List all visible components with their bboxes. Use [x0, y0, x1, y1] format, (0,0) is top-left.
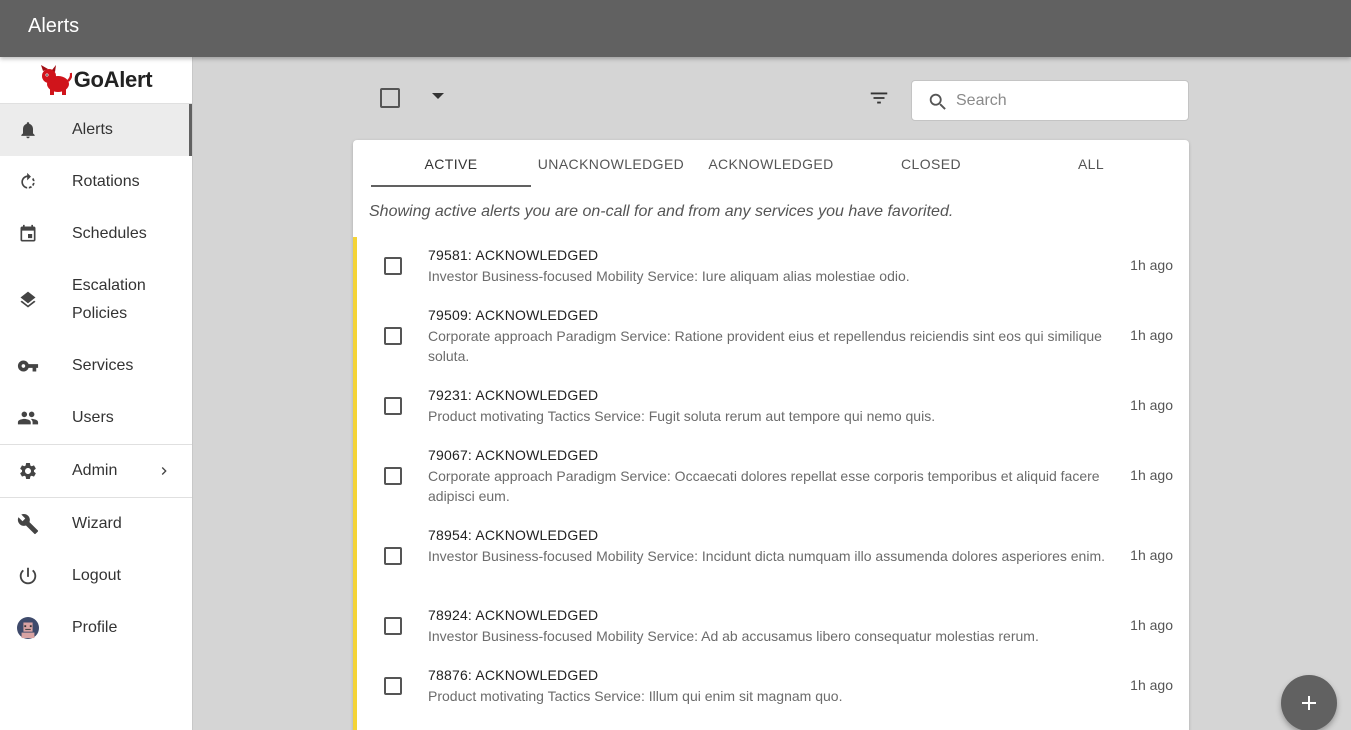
- sidebar-item-users[interactable]: Users: [0, 392, 192, 444]
- alert-time: 1h ago: [1130, 467, 1173, 483]
- alert-title: 79509: ACKNOWLEDGED: [428, 307, 599, 323]
- create-alert-button[interactable]: [1281, 675, 1337, 730]
- layers-icon: [17, 289, 39, 311]
- alerts-card: ACTIVE UNACKNOWLEDGED ACKNOWLEDGED CLOSE…: [353, 140, 1189, 730]
- select-all-checkbox[interactable]: [380, 88, 400, 108]
- alert-time: 1h ago: [1130, 397, 1173, 413]
- sidebar-item-rotations[interactable]: Rotations: [0, 156, 192, 208]
- sidebar-item-escalation-policies[interactable]: Escalation Policies: [0, 260, 192, 340]
- tab-acknowledged[interactable]: ACKNOWLEDGED: [691, 140, 851, 188]
- alert-description: Corporate approach Paradigm Service: Rat…: [428, 328, 1102, 364]
- chevron-right-icon: [161, 467, 167, 475]
- alert-checkbox[interactable]: [384, 257, 402, 275]
- sidebar-item-wizard[interactable]: Wizard: [0, 498, 192, 550]
- sidebar-item-profile[interactable]: Profile: [0, 602, 192, 654]
- tab-unacknowledged[interactable]: UNACKNOWLEDGED: [531, 140, 691, 188]
- avatar-icon: [17, 617, 39, 639]
- alert-title: 78924: ACKNOWLEDGED: [428, 607, 599, 623]
- alert-description: Product motivating Tactics Service: Fugi…: [428, 408, 936, 424]
- alert-checkbox[interactable]: [384, 617, 402, 635]
- sidebar-item-services[interactable]: Services: [0, 340, 192, 392]
- sidebar-item-schedules[interactable]: Schedules: [0, 208, 192, 260]
- alert-time: 1h ago: [1130, 677, 1173, 693]
- alert-row[interactable]: 79067: ACKNOWLEDGED Corporate approach P…: [353, 437, 1189, 517]
- search-box[interactable]: [911, 80, 1189, 121]
- alert-time: 1h ago: [1130, 617, 1173, 633]
- alert-description: Investor Business-focused Mobility Servi…: [428, 628, 1039, 644]
- sidebar-item-label: Users: [72, 409, 114, 426]
- page-title: Alerts: [28, 15, 80, 37]
- alert-description: Investor Business-focused Mobility Servi…: [428, 268, 910, 284]
- sidebar: GoAlert Alerts Rotations Schedules Escal…: [0, 57, 193, 730]
- sidebar-item-label: Schedules: [72, 225, 147, 242]
- sidebar-item-label: Admin: [72, 462, 118, 479]
- alert-title: 79231: ACKNOWLEDGED: [428, 387, 599, 403]
- tab-active[interactable]: ACTIVE: [371, 140, 531, 188]
- calendar-icon: [17, 223, 39, 245]
- sidebar-item-label: Wizard: [72, 515, 122, 532]
- alert-status-tabs: ACTIVE UNACKNOWLEDGED ACKNOWLEDGED CLOSE…: [371, 140, 1171, 188]
- wrench-icon: [17, 513, 39, 535]
- sidebar-item-label: Escalation Policies: [72, 277, 146, 322]
- sidebar-item-label: Rotations: [72, 173, 140, 190]
- bell-icon: [17, 119, 39, 141]
- filter-button[interactable]: [866, 86, 892, 110]
- alert-row[interactable]: 78876: ACKNOWLEDGED Product motivating T…: [353, 657, 1189, 717]
- alert-checkbox[interactable]: [384, 677, 402, 695]
- caret-down-icon[interactable]: [432, 93, 444, 99]
- sidebar-item-logout[interactable]: Logout: [0, 550, 192, 602]
- filter-info-text: Showing active alerts you are on-call fo…: [369, 203, 954, 220]
- power-icon: [17, 565, 39, 587]
- filter-icon: [870, 92, 888, 104]
- alert-row[interactable]: 79231: ACKNOWLEDGED Product motivating T…: [353, 377, 1189, 437]
- search-input[interactable]: [956, 89, 1176, 113]
- alert-row[interactable]: 79581: ACKNOWLEDGED Investor Business-fo…: [353, 237, 1189, 297]
- alert-title: 78876: ACKNOWLEDGED: [428, 667, 599, 683]
- brand-logo[interactable]: GoAlert: [0, 57, 192, 104]
- sidebar-item-label: Alerts: [72, 121, 113, 138]
- tab-all[interactable]: ALL: [1011, 140, 1171, 188]
- alert-time: 1h ago: [1130, 257, 1173, 273]
- alert-list: 79581: ACKNOWLEDGED Investor Business-fo…: [353, 237, 1189, 717]
- rotate-icon: [17, 171, 39, 193]
- plus-icon: [1302, 696, 1316, 710]
- alert-row[interactable]: 78924: ACKNOWLEDGED Investor Business-fo…: [353, 597, 1189, 657]
- sidebar-item-alerts[interactable]: Alerts: [0, 104, 192, 156]
- sidebar-item-label: Services: [72, 357, 134, 374]
- sidebar-item-admin[interactable]: Admin: [0, 445, 192, 497]
- alert-title: 78954: ACKNOWLEDGED: [428, 527, 599, 543]
- alert-checkbox[interactable]: [384, 397, 402, 415]
- sidebar-item-label: Profile: [72, 619, 118, 636]
- alert-row[interactable]: 79509: ACKNOWLEDGED Corporate approach P…: [353, 297, 1189, 377]
- alert-checkbox[interactable]: [384, 547, 402, 565]
- alert-description: Product motivating Tactics Service: Illu…: [428, 688, 843, 704]
- alert-time: 1h ago: [1130, 547, 1173, 563]
- red-dog-mascot-icon: [40, 65, 72, 95]
- alert-description: Investor Business-focused Mobility Servi…: [428, 548, 1105, 564]
- tab-closed[interactable]: CLOSED: [851, 140, 1011, 188]
- tab-indicator: [371, 185, 531, 187]
- alert-row[interactable]: 78954: ACKNOWLEDGED Investor Business-fo…: [353, 517, 1189, 597]
- key-icon: [17, 355, 39, 377]
- gear-icon: [17, 460, 39, 482]
- alert-title: 79067: ACKNOWLEDGED: [428, 447, 599, 463]
- alert-time: 1h ago: [1130, 327, 1173, 343]
- alert-description: Corporate approach Paradigm Service: Occ…: [428, 468, 1100, 504]
- people-icon: [17, 407, 39, 429]
- sidebar-item-label: Logout: [72, 567, 121, 584]
- alert-checkbox[interactable]: [384, 327, 402, 345]
- search-icon: [929, 93, 946, 110]
- app-bar: Alerts: [0, 0, 1351, 57]
- brand-name: GoAlert: [73, 67, 153, 92]
- alert-checkbox[interactable]: [384, 467, 402, 485]
- alert-title: 79581: ACKNOWLEDGED: [428, 247, 599, 263]
